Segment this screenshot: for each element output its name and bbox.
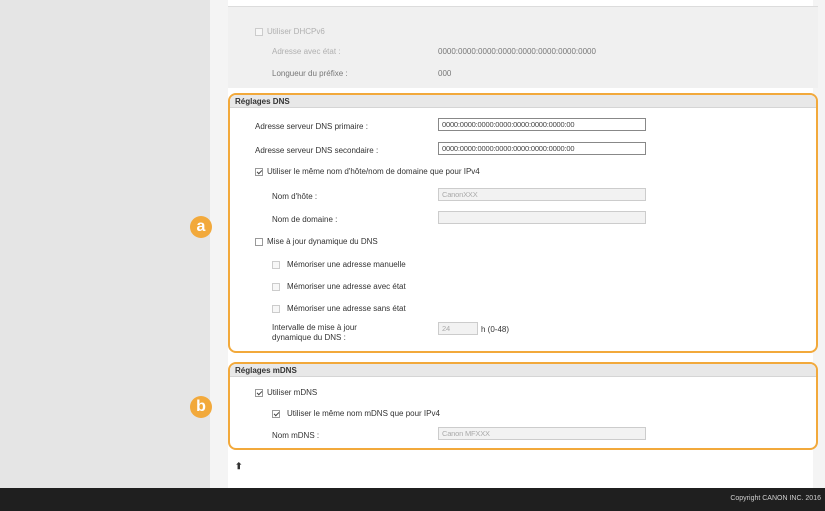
same-hostname-label: Utiliser le même nom d'hôte/nom de domai… [267, 167, 480, 176]
register-manual-checkbox[interactable] [272, 261, 280, 269]
same-mdns-name-checkbox[interactable] [272, 410, 280, 418]
callout-marker-b: b [190, 396, 212, 418]
left-panel [0, 0, 210, 488]
dns-interval-input[interactable]: 24 [438, 322, 478, 335]
dns-secondary-input[interactable]: 0000:0000:0000:0000:0000:0000:0000:00 [438, 142, 646, 155]
dns-interval-unit: h (0-48) [481, 325, 510, 334]
back-to-top-icon[interactable]: ⬆ [235, 461, 243, 472]
register-manual-label: Mémoriser une adresse manuelle [287, 260, 406, 269]
dynamic-dns-label: Mise à jour dynamique du DNS [267, 237, 378, 246]
copyright-text: Copyright CANON INC. 2016 [730, 495, 821, 502]
prefix-length-value: 000 [438, 69, 452, 78]
dns-primary-input[interactable]: 0000:0000:0000:0000:0000:0000:0000:00 [438, 118, 646, 131]
dhcpv6-label: Utiliser DHCPv6 [267, 27, 325, 36]
dns-interval-label-line1: Intervalle de mise à jour [272, 323, 357, 332]
register-stateless-label: Mémoriser une adresse sans état [287, 304, 406, 313]
use-mdns-label: Utiliser mDNS [267, 388, 318, 397]
stateful-address-label: Adresse avec état : [272, 47, 341, 56]
register-stateless-checkbox[interactable] [272, 305, 280, 313]
register-stateful-checkbox[interactable] [272, 283, 280, 291]
stateful-address-value: 0000:0000:0000:0000:0000:0000:0000:0000 [438, 47, 596, 56]
prefix-length-label: Longueur du préfixe : [272, 69, 348, 78]
footer-bar: Copyright CANON INC. 2016 [0, 488, 825, 511]
callout-marker-a: a [190, 216, 212, 238]
domain-name-label: Nom de domaine : [272, 215, 338, 224]
dns-interval-label-line2: dynamique du DNS : [272, 333, 346, 342]
domain-name-input[interactable] [438, 211, 646, 224]
use-mdns-checkbox[interactable] [255, 389, 263, 397]
same-hostname-checkbox[interactable] [255, 168, 263, 176]
dns-section-title: Réglages DNS [230, 95, 816, 108]
mdns-name-label: Nom mDNS : [272, 431, 320, 440]
register-stateful-label: Mémoriser une adresse avec état [287, 282, 406, 291]
hostname-input[interactable]: CanonXXX [438, 188, 646, 201]
dynamic-dns-checkbox[interactable] [255, 238, 263, 246]
dns-primary-label: Adresse serveur DNS primaire : [255, 122, 368, 131]
same-mdns-name-label: Utiliser le même nom mDNS que pour IPv4 [287, 409, 440, 418]
dhcpv6-checkbox[interactable] [255, 28, 263, 36]
dns-secondary-label: Adresse serveur DNS secondaire : [255, 146, 379, 155]
hostname-label: Nom d'hôte : [272, 192, 318, 201]
mdns-name-input[interactable]: Canon MFXXX [438, 427, 646, 440]
mdns-section-title: Réglages mDNS [230, 364, 816, 377]
